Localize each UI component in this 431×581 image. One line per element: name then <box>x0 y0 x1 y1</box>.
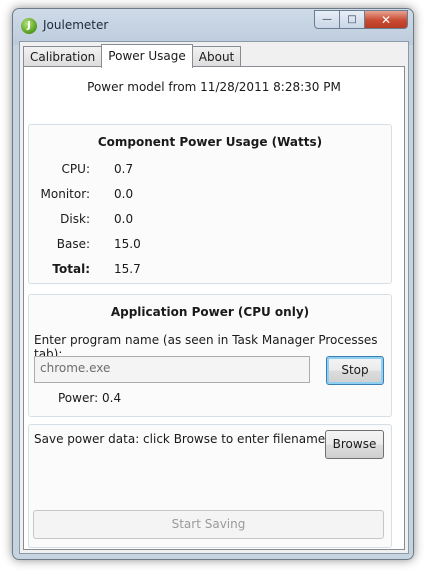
close-button[interactable]: ✕ <box>365 10 408 29</box>
disk-label: Disk: <box>60 212 90 226</box>
app-power-label: Power: <box>58 391 99 405</box>
monitor-value: 0.0 <box>114 187 134 201</box>
save-data-group: Save power data: click Browse to enter f… <box>28 424 392 548</box>
stop-button[interactable]: Stop <box>326 356 384 385</box>
app-power-value: 0.4 <box>102 391 122 405</box>
program-name-input[interactable]: chrome.exe <box>34 356 310 383</box>
power-usage-panel: Power model from 11/28/2011 8:28:30 PM C… <box>23 66 405 550</box>
app-window: J Joulemeter — □ ✕ Calibration Power Usa… <box>12 8 414 560</box>
application-power-group: Application Power (CPU only) Enter progr… <box>28 294 392 417</box>
power-model-timestamp: Power model from 11/28/2011 8:28:30 PM <box>87 80 341 94</box>
minimize-icon: — <box>322 14 332 25</box>
base-value: 15.0 <box>114 237 141 251</box>
tab-calibration[interactable]: Calibration <box>23 46 103 67</box>
close-icon: ✕ <box>380 12 392 27</box>
component-power-title: Component Power Usage (Watts) <box>97 135 323 149</box>
tab-about[interactable]: About <box>191 46 242 67</box>
joulemeter-app-icon[interactable]: J <box>21 18 37 34</box>
total-value: 15.7 <box>114 262 141 276</box>
component-power-group: Component Power Usage (Watts) CPU: 0.7 M… <box>28 124 392 284</box>
browse-button[interactable]: Browse <box>325 430 384 459</box>
total-label: Total: <box>52 262 90 276</box>
start-saving-button[interactable]: Start Saving <box>33 510 384 539</box>
cpu-value: 0.7 <box>114 162 134 176</box>
application-power-title: Application Power (CPU only) <box>110 305 310 319</box>
base-label: Base: <box>56 237 90 251</box>
tab-strip: Calibration Power Usage About <box>23 44 242 68</box>
maximize-icon: □ <box>347 14 357 25</box>
maximize-button[interactable]: □ <box>340 10 365 29</box>
cpu-label: CPU: <box>61 162 90 176</box>
monitor-label: Monitor: <box>40 187 90 201</box>
minimize-button[interactable]: — <box>314 10 340 29</box>
window-controls: — □ ✕ <box>314 10 408 29</box>
window-title: Joulemeter <box>43 18 109 32</box>
client-area: Calibration Power Usage About Power mode… <box>19 41 409 554</box>
disk-value: 0.0 <box>114 212 134 226</box>
save-instructions: Save power data: click Browse to enter f… <box>34 432 330 446</box>
title-bar[interactable]: J Joulemeter — □ ✕ <box>13 9 413 43</box>
tab-power-usage[interactable]: Power Usage <box>101 44 193 68</box>
